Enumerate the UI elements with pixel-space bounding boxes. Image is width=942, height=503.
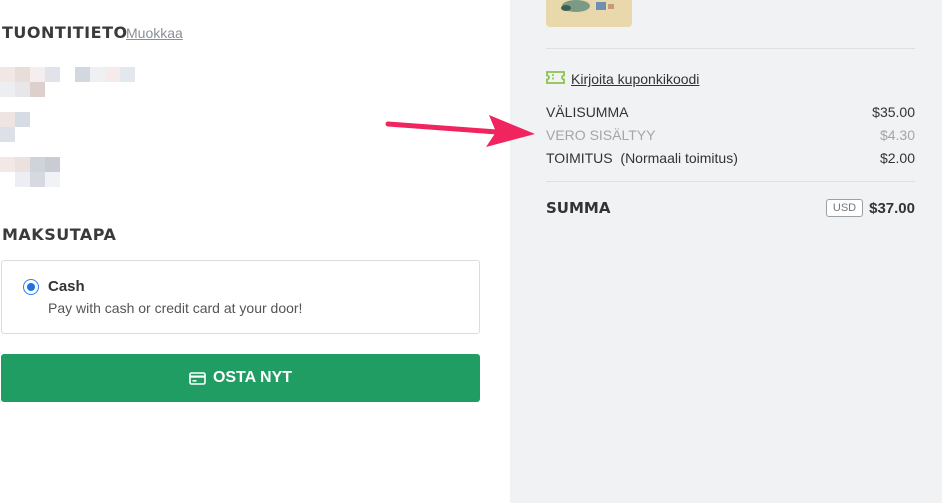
subtotal-row: VÄLISUMMA $35.00 [546,104,915,120]
payment-section-title: MAKSUTAPA [2,225,117,244]
total-value: $37.00 [869,199,915,217]
ticket-icon [546,71,565,87]
coupon-link[interactable]: Kirjoita kuponkikoodi [546,71,699,87]
total-label: SUMMA [546,199,611,217]
product-thumbnail [546,0,632,27]
payment-method-description: Pay with cash or credit card at your doo… [48,300,303,316]
payment-radio[interactable] [23,279,39,295]
order-summary: Kirjoita kuponkikoodi VÄLISUMMA $35.00 V… [510,0,942,503]
tax-value: $4.30 [879,127,915,143]
divider [546,48,915,49]
shipping-label: TOIMITUS (Normaali toimitus) [546,150,738,166]
credit-card-icon [189,371,206,385]
shipping-row: TOIMITUS (Normaali toimitus) $2.00 [546,150,915,166]
coupon-label: Kirjoita kuponkikoodi [571,71,700,87]
subtotal-label: VÄLISUMMA [546,104,629,120]
currency-badge: USD [825,199,864,217]
shipping-value: $2.00 [879,150,915,166]
shipping-section-title: TUONTITIETO [2,23,128,42]
subtotal-value: $35.00 [872,104,915,120]
buy-now-button[interactable]: OSTA NYT [1,354,480,402]
payment-option-cash[interactable]: Cash Pay with cash or credit card at you… [1,260,480,334]
payment-method-name: Cash [48,278,85,295]
buy-now-label: OSTA NYT [212,369,293,386]
total-row: SUMMA USD $37.00 [546,199,915,217]
checkout-form: TUONTITIETO Muokkaa MAKSUTAPA Cash Pay w… [0,0,510,503]
annotation-arrow-icon [385,115,535,147]
edit-shipping-link[interactable]: Muokkaa [126,25,183,41]
tax-row: VERO SISÄLTYY $4.30 [546,127,915,143]
divider [546,181,915,182]
tax-label: VERO SISÄLTYY [546,127,656,143]
